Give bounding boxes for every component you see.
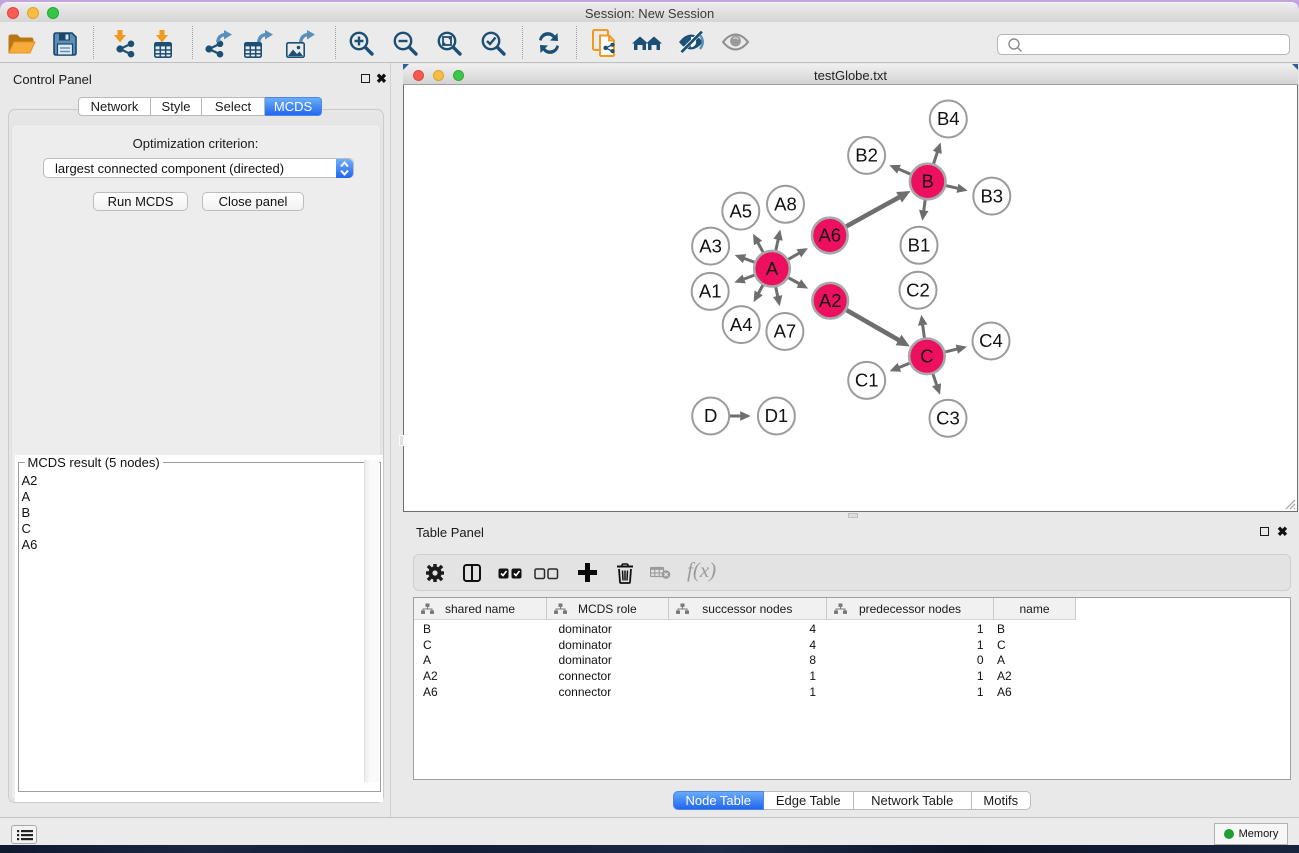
svg-text:A: A [766, 258, 779, 279]
svg-text:A2: A2 [819, 290, 842, 311]
svg-text:A5: A5 [729, 200, 752, 221]
svg-text:A3: A3 [699, 235, 722, 256]
svg-text:A7: A7 [774, 321, 797, 342]
svg-text:C: C [920, 346, 933, 367]
svg-text:B: B [922, 171, 934, 192]
svg-text:B3: B3 [980, 185, 1003, 206]
svg-text:C1: C1 [855, 370, 879, 391]
svg-text:D: D [704, 405, 717, 426]
svg-text:C2: C2 [906, 279, 930, 300]
svg-text:A1: A1 [699, 281, 722, 302]
svg-text:A8: A8 [774, 194, 797, 215]
svg-text:A6: A6 [818, 225, 841, 246]
svg-text:B2: B2 [855, 145, 878, 166]
svg-text:A4: A4 [730, 314, 753, 335]
svg-text:C3: C3 [936, 407, 960, 428]
svg-text:D1: D1 [765, 405, 789, 426]
svg-text:B1: B1 [908, 235, 931, 256]
svg-text:B4: B4 [937, 108, 960, 129]
svg-text:C4: C4 [979, 330, 1003, 351]
